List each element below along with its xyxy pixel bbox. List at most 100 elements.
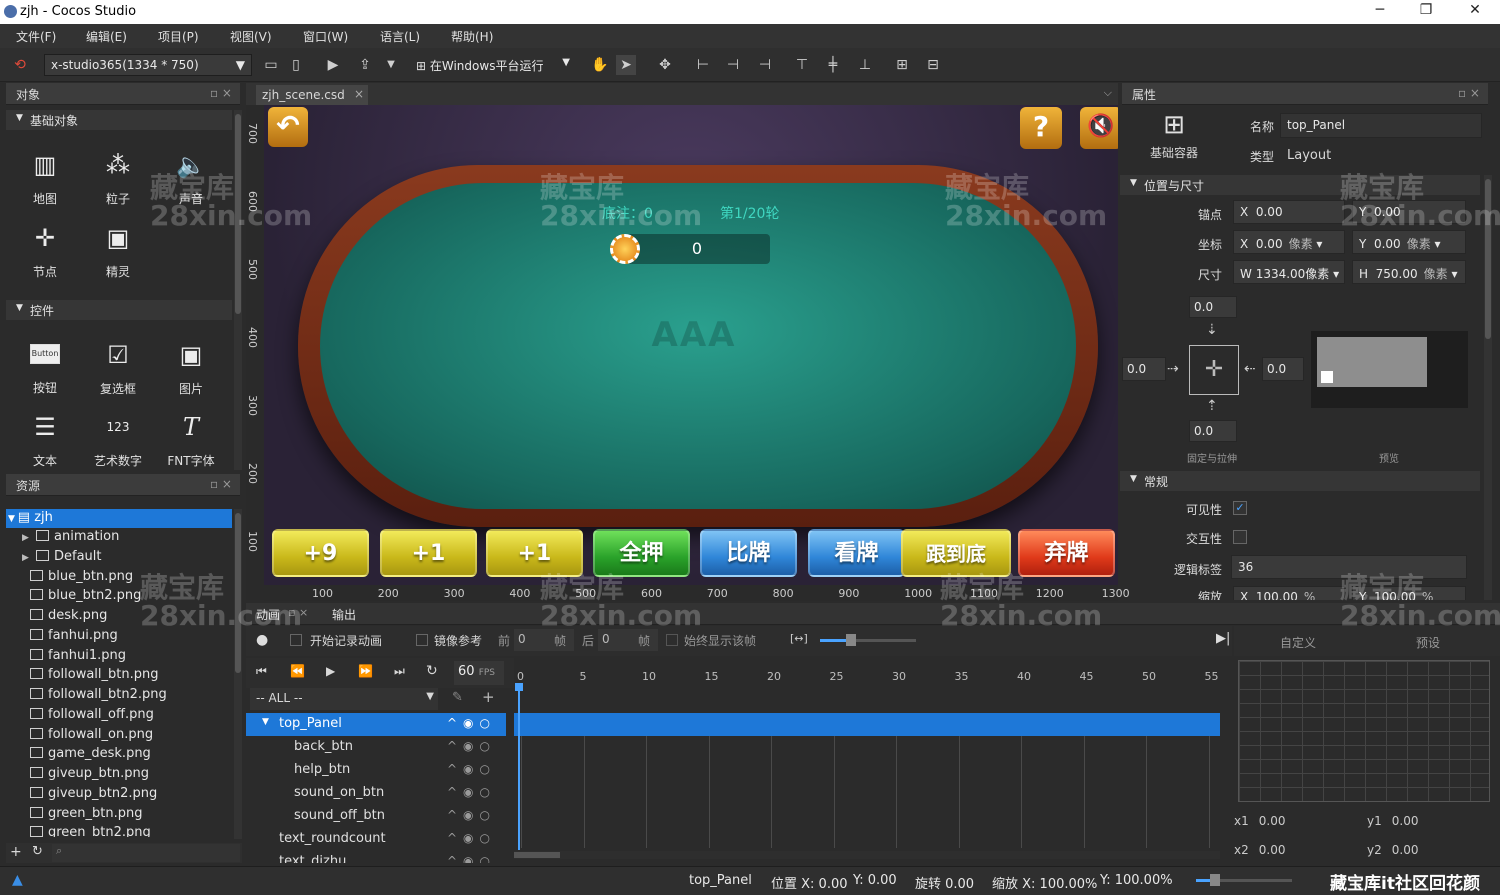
- game-canvas[interactable]: ↶ ? 🔇 AAA 底注：0 第1/20轮 0: [264, 105, 1118, 585]
- panel-pin-icon[interactable]: ▫ ×: [210, 477, 232, 491]
- menu-edit[interactable]: 编辑(E): [86, 28, 127, 45]
- timeline-node[interactable]: text_dizhu ^◉○: [246, 851, 506, 863]
- resolution-select[interactable]: x-studio365(1334 * 750) ▼: [44, 54, 252, 76]
- timeline-node[interactable]: sound_off_btn ^◉○: [246, 805, 506, 828]
- tool-text[interactable]: ☰ 文本: [10, 410, 80, 469]
- visible-checkbox[interactable]: ✓: [1233, 501, 1247, 515]
- distribute-v-icon[interactable]: ⊟: [923, 55, 943, 75]
- select-tool-icon[interactable]: ➤: [616, 55, 636, 75]
- resource-file[interactable]: giveup_btn2.png: [30, 786, 157, 805]
- easing-custom-tab[interactable]: 自定义: [1280, 634, 1316, 651]
- mirror-checkbox[interactable]: [416, 634, 428, 646]
- menu-view[interactable]: 视图(V): [230, 28, 272, 45]
- visibility-lock-icons[interactable]: ^◉○: [447, 831, 496, 845]
- position-y-field[interactable]: Y 0.00 像素 ▾: [1352, 230, 1466, 254]
- export-icon[interactable]: ⇪: [355, 55, 375, 75]
- expand-icon[interactable]: ▶: [22, 533, 36, 543]
- general-section[interactable]: ▼ 常规: [1120, 471, 1480, 491]
- anchor-box[interactable]: ✛: [1189, 345, 1239, 395]
- playhead-handle[interactable]: [515, 683, 523, 691]
- visibility-lock-icons[interactable]: ^◉○: [447, 716, 496, 730]
- panel-pin-icon[interactable]: ▫ ×: [1458, 86, 1480, 100]
- always-show-checkbox[interactable]: [666, 634, 678, 646]
- menu-file[interactable]: 文件(F): [16, 28, 56, 45]
- zoom-slider[interactable]: [820, 634, 916, 646]
- panel-pin-icon[interactable]: ▫ ×: [288, 606, 308, 619]
- resource-file[interactable]: followall_btn2.png: [30, 687, 167, 706]
- game-button-plus1-a[interactable]: +1: [380, 529, 477, 577]
- resource-file[interactable]: blue_btn2.png: [30, 588, 141, 607]
- export-dropdown-icon[interactable]: ▼: [381, 55, 401, 75]
- game-button-look[interactable]: 看牌: [808, 529, 905, 577]
- scale-x-field[interactable]: X 100.00%: [1233, 586, 1345, 600]
- resources-scrollbar[interactable]: [234, 509, 242, 839]
- interactive-checkbox[interactable]: [1233, 530, 1247, 544]
- expand-icon[interactable]: ▶: [22, 553, 36, 563]
- game-button-plus9[interactable]: +9: [272, 529, 369, 577]
- timeline-node-top-panel[interactable]: ▼ top_Panel ^◉○: [246, 713, 506, 736]
- tool-fnt-font[interactable]: T FNT字体: [156, 410, 226, 469]
- status-zoom-slider[interactable]: [1196, 874, 1292, 886]
- refresh-icon[interactable]: ↻: [32, 844, 43, 859]
- margin-top-field[interactable]: 0.0: [1189, 296, 1237, 318]
- align-center-h-icon[interactable]: ⊣: [723, 55, 743, 75]
- fit-icon[interactable]: [↔]: [790, 632, 808, 645]
- collapse-icon[interactable]: ▼: [262, 717, 269, 727]
- playhead[interactable]: [518, 684, 520, 850]
- add-icon[interactable]: +: [10, 844, 22, 860]
- tool-sound[interactable]: 🔈 声音: [156, 148, 226, 207]
- scrollbar-thumb[interactable]: [235, 114, 241, 314]
- search-icon[interactable]: ⌕: [52, 844, 240, 862]
- x2-value[interactable]: 0.00: [1259, 843, 1286, 857]
- tool-checkbox[interactable]: ☑ 复选框: [83, 338, 153, 397]
- next-frame-icon[interactable]: ⏩: [358, 664, 373, 678]
- position-size-section[interactable]: ▼ 位置与尺寸: [1120, 175, 1480, 195]
- publish-icon[interactable]: ⟲: [10, 55, 30, 75]
- scene-tab[interactable]: zjh_scene.csd ×: [256, 85, 368, 105]
- portrait-icon[interactable]: ▯: [286, 55, 306, 75]
- visibility-lock-icons[interactable]: ^◉○: [447, 739, 496, 753]
- distribute-h-icon[interactable]: ⊞: [892, 55, 912, 75]
- resource-file[interactable]: desk.png: [30, 608, 107, 627]
- warning-icon[interactable]: ▲: [12, 872, 23, 888]
- align-left-icon[interactable]: ⊢: [693, 55, 713, 75]
- timeline-hscroll[interactable]: [514, 851, 1220, 859]
- first-frame-icon[interactable]: ⏮: [256, 664, 267, 679]
- size-h-field[interactable]: H 750.00 像素 ▾: [1352, 260, 1466, 284]
- loop-icon[interactable]: ↻: [426, 663, 438, 679]
- resource-file[interactable]: followall_btn.png: [30, 667, 159, 686]
- resource-file[interactable]: followall_on.png: [30, 727, 153, 746]
- zoom-handle[interactable]: [1210, 874, 1220, 886]
- chevron-down-icon[interactable]: ⌵: [1104, 86, 1112, 100]
- scrollbar-thumb[interactable]: [1485, 179, 1491, 339]
- pin-bottom-icon[interactable]: ⇡: [1206, 398, 1218, 414]
- play-icon[interactable]: ▶: [323, 55, 343, 75]
- resource-root[interactable]: ▼ ▤ zjh: [8, 510, 53, 525]
- timeline-node[interactable]: back_btn ^◉○: [246, 736, 506, 759]
- menu-language[interactable]: 语言(L): [380, 28, 420, 45]
- pin-left-icon[interactable]: ⇢: [1167, 361, 1179, 377]
- move-icon[interactable]: ✥: [655, 55, 675, 75]
- game-button-follow-all[interactable]: 跟到底: [901, 529, 1011, 577]
- minimize-button[interactable]: ─: [1360, 2, 1400, 22]
- tab-animation[interactable]: 动画: [256, 606, 280, 623]
- margin-right-field[interactable]: 0.0: [1262, 357, 1304, 381]
- menu-project[interactable]: 项目(P): [158, 28, 199, 45]
- tool-sprite[interactable]: ▣ 精灵: [83, 221, 153, 280]
- timeline-node[interactable]: sound_on_btn ^◉○: [246, 782, 506, 805]
- menu-help[interactable]: 帮助(H): [451, 28, 493, 45]
- resource-file[interactable]: fanhui1.png: [30, 648, 126, 667]
- timeline-node[interactable]: help_btn ^◉○: [246, 759, 506, 782]
- timeline-track-selected[interactable]: [514, 713, 1220, 736]
- resource-folder[interactable]: ▶ animation: [22, 529, 119, 548]
- align-middle-icon[interactable]: ╪: [823, 55, 843, 75]
- y1-value[interactable]: 0.00: [1392, 814, 1419, 828]
- game-button-compare[interactable]: 比牌: [700, 529, 797, 577]
- game-button-giveup[interactable]: 弃牌: [1018, 529, 1115, 577]
- fps-field[interactable]: 60 FPS: [454, 661, 504, 685]
- tag-field[interactable]: 36: [1231, 555, 1467, 579]
- timeline-node[interactable]: text_roundcount ^◉○: [246, 828, 506, 851]
- resource-file[interactable]: giveup_btn.png: [30, 766, 149, 785]
- tool-particle[interactable]: ⁂ 粒子: [83, 148, 153, 207]
- easing-preset-tab[interactable]: 预设: [1416, 634, 1440, 651]
